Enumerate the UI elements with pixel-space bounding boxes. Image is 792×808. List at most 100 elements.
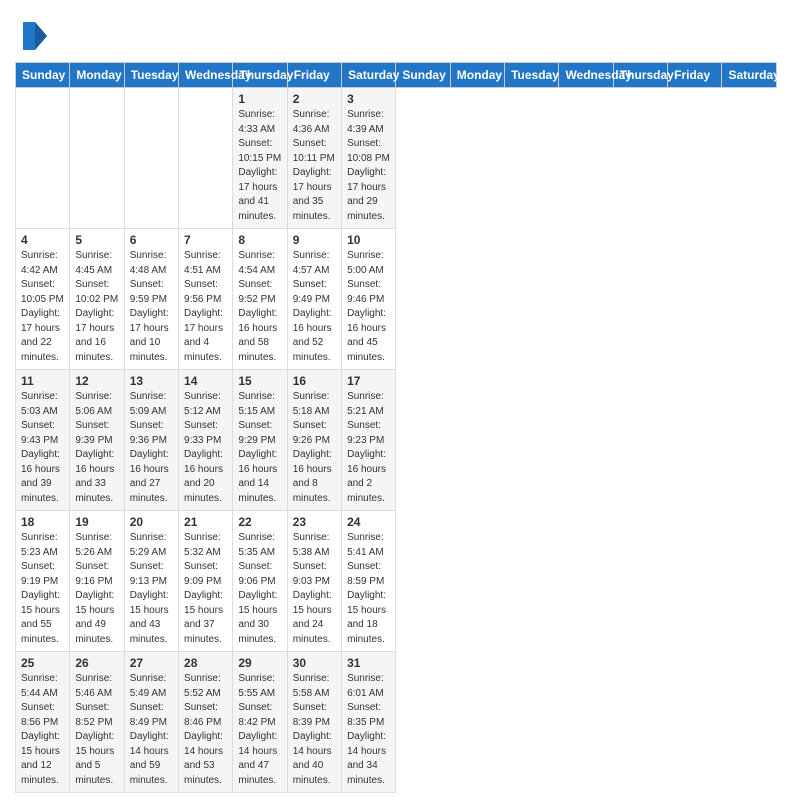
day-info: Sunrise: 5:44 AM Sunset: 8:56 PM Dayligh… [21, 672, 64, 788]
calendar-cell: 30 Sunrise: 5:58 AM Sunset: 8:39 PM Dayli… [287, 652, 341, 793]
day-number: 17 [347, 374, 390, 388]
calendar-cell: 12Sunrise: 5:06 AM Sunset: 9:39 PM Dayli… [70, 370, 124, 511]
calendar-cell: 9 Sunrise: 4:57 AM Sunset: 9:49 PM Daylig… [287, 229, 341, 370]
day-number: 7 [184, 233, 227, 247]
day-number: 30 [293, 656, 336, 670]
day-info: Sunrise: 5:32 AM Sunset: 9:09 PM Dayligh… [184, 531, 227, 647]
day-info: Sunrise: 5:15 AM Sunset: 9:29 PM Dayligh… [238, 390, 281, 506]
day-header-friday: Friday [287, 63, 341, 88]
calendar-week-row: 4 Sunrise: 4:42 AM Sunset: 10:05 PM Dayli… [16, 229, 777, 370]
calendar-cell: 6Sunrise: 4:48 AM Sunset: 9:59 PM Daylig… [124, 229, 178, 370]
day-number: 11 [21, 374, 64, 388]
day-info: Sunrise: 5:21 AM Sunset: 9:23 PM Dayligh… [347, 390, 390, 506]
day-info: Sunrise: 5:09 AM Sunset: 9:36 PM Dayligh… [130, 390, 173, 506]
day-number: 22 [238, 515, 281, 529]
day-info: Sunrise: 5:35 AM Sunset: 9:06 PM Dayligh… [238, 531, 281, 647]
day-number: 23 [293, 515, 336, 529]
calendar-cell: 29Sunrise: 5:55 AM Sunset: 8:42 PM Dayli… [233, 652, 287, 793]
day-info: Sunrise: 4:51 AM Sunset: 9:56 PM Dayligh… [184, 249, 227, 365]
day-number: 15 [238, 374, 281, 388]
calendar-cell: 11 Sunrise: 5:03 AM Sunset: 9:43 PM Dayli… [16, 370, 70, 511]
day-number: 24 [347, 515, 390, 529]
day-number: 28 [184, 656, 227, 670]
day-info: Sunrise: 5:38 AM Sunset: 9:03 PM Dayligh… [293, 531, 336, 647]
day-info: Sunrise: 4:42 AM Sunset: 10:05 PM Daylig… [21, 249, 64, 365]
calendar-cell: 8Sunrise: 4:54 AM Sunset: 9:52 PM Daylig… [233, 229, 287, 370]
day-header-saturday: Saturday [722, 63, 777, 88]
calendar-cell: 23 Sunrise: 5:38 AM Sunset: 9:03 PM Dayli… [287, 511, 341, 652]
day-header-tuesday: Tuesday [124, 63, 178, 88]
calendar-table: SundayMondayTuesdayWednesdayThursdayFrid… [15, 62, 777, 793]
calendar-cell: 24 Sunrise: 5:41 AM Sunset: 8:59 PM Dayli… [342, 511, 396, 652]
day-info: Sunrise: 6:01 AM Sunset: 8:35 PM Dayligh… [347, 672, 390, 788]
day-header-monday: Monday [70, 63, 124, 88]
day-info: Sunrise: 5:29 AM Sunset: 9:13 PM Dayligh… [130, 531, 173, 647]
day-info: Sunrise: 5:46 AM Sunset: 8:52 PM Dayligh… [75, 672, 118, 788]
day-number: 2 [293, 92, 336, 106]
day-info: Sunrise: 5:41 AM Sunset: 8:59 PM Dayligh… [347, 531, 390, 647]
calendar-cell: 1 Sunrise: 4:33 AM Sunset: 10:15 PM Dayli… [233, 88, 287, 229]
logo [15, 18, 55, 54]
day-number: 26 [75, 656, 118, 670]
calendar-header-row: SundayMondayTuesdayWednesdayThursdayFrid… [16, 63, 777, 88]
calendar-cell: 18 Sunrise: 5:23 AM Sunset: 9:19 PM Dayli… [16, 511, 70, 652]
day-info: Sunrise: 4:36 AM Sunset: 10:11 PM Daylig… [293, 108, 336, 224]
day-info: Sunrise: 5:06 AM Sunset: 9:39 PM Dayligh… [75, 390, 118, 506]
day-number: 18 [21, 515, 64, 529]
day-number: 9 [293, 233, 336, 247]
calendar-cell: 3 Sunrise: 4:39 AM Sunset: 10:08 PM Dayli… [342, 88, 396, 229]
calendar-cell: 27 Sunrise: 5:49 AM Sunset: 8:49 PM Dayli… [124, 652, 178, 793]
day-number: 1 [238, 92, 281, 106]
day-info: Sunrise: 5:52 AM Sunset: 8:46 PM Dayligh… [184, 672, 227, 788]
calendar-cell [179, 88, 233, 229]
logo-icon [15, 18, 51, 54]
day-number: 19 [75, 515, 118, 529]
day-header-sunday: Sunday [396, 63, 450, 88]
calendar-cell: 5 Sunrise: 4:45 AM Sunset: 10:02 PM Dayli… [70, 229, 124, 370]
calendar-cell: 20 Sunrise: 5:29 AM Sunset: 9:13 PM Dayli… [124, 511, 178, 652]
day-number: 21 [184, 515, 227, 529]
day-number: 27 [130, 656, 173, 670]
calendar-cell: 16 Sunrise: 5:18 AM Sunset: 9:26 PM Dayli… [287, 370, 341, 511]
day-info: Sunrise: 4:57 AM Sunset: 9:49 PM Dayligh… [293, 249, 336, 365]
calendar-cell: 25 Sunrise: 5:44 AM Sunset: 8:56 PM Dayli… [16, 652, 70, 793]
calendar-cell: 15 Sunrise: 5:15 AM Sunset: 9:29 PM Dayli… [233, 370, 287, 511]
day-info: Sunrise: 4:54 AM Sunset: 9:52 PM Dayligh… [238, 249, 281, 365]
calendar-cell: 21 Sunrise: 5:32 AM Sunset: 9:09 PM Dayli… [179, 511, 233, 652]
calendar-week-row: 1 Sunrise: 4:33 AM Sunset: 10:15 PM Dayli… [16, 88, 777, 229]
day-info: Sunrise: 5:18 AM Sunset: 9:26 PM Dayligh… [293, 390, 336, 506]
calendar-cell: 4 Sunrise: 4:42 AM Sunset: 10:05 PM Dayli… [16, 229, 70, 370]
day-info: Sunrise: 5:03 AM Sunset: 9:43 PM Dayligh… [21, 390, 64, 506]
day-header-wednesday: Wednesday [179, 63, 233, 88]
day-info: Sunrise: 4:33 AM Sunset: 10:15 PM Daylig… [238, 108, 281, 224]
day-info: Sunrise: 5:49 AM Sunset: 8:49 PM Dayligh… [130, 672, 173, 788]
calendar-cell [124, 88, 178, 229]
day-number: 3 [347, 92, 390, 106]
calendar-week-row: 25 Sunrise: 5:44 AM Sunset: 8:56 PM Dayli… [16, 652, 777, 793]
calendar-week-row: 18 Sunrise: 5:23 AM Sunset: 9:19 PM Dayli… [16, 511, 777, 652]
day-header-thursday: Thursday [233, 63, 287, 88]
day-info: Sunrise: 5:58 AM Sunset: 8:39 PM Dayligh… [293, 672, 336, 788]
day-number: 13 [130, 374, 173, 388]
day-info: Sunrise: 4:39 AM Sunset: 10:08 PM Daylig… [347, 108, 390, 224]
day-info: Sunrise: 4:45 AM Sunset: 10:02 PM Daylig… [75, 249, 118, 365]
day-info: Sunrise: 5:23 AM Sunset: 9:19 PM Dayligh… [21, 531, 64, 647]
day-header-wednesday: Wednesday [559, 63, 613, 88]
day-number: 4 [21, 233, 64, 247]
calendar-cell: 28 Sunrise: 5:52 AM Sunset: 8:46 PM Dayli… [179, 652, 233, 793]
page-header [15, 10, 777, 54]
calendar-week-row: 11 Sunrise: 5:03 AM Sunset: 9:43 PM Dayli… [16, 370, 777, 511]
calendar-cell: 2 Sunrise: 4:36 AM Sunset: 10:11 PM Dayli… [287, 88, 341, 229]
day-number: 20 [130, 515, 173, 529]
day-header-friday: Friday [668, 63, 722, 88]
day-header-monday: Monday [450, 63, 504, 88]
day-info: Sunrise: 5:26 AM Sunset: 9:16 PM Dayligh… [75, 531, 118, 647]
calendar-cell: 10Sunrise: 5:00 AM Sunset: 9:46 PM Dayli… [342, 229, 396, 370]
day-header-saturday: Saturday [342, 63, 396, 88]
day-number: 16 [293, 374, 336, 388]
day-number: 25 [21, 656, 64, 670]
day-number: 5 [75, 233, 118, 247]
day-header-thursday: Thursday [613, 63, 667, 88]
day-info: Sunrise: 4:48 AM Sunset: 9:59 PM Dayligh… [130, 249, 173, 365]
calendar-cell: 22 Sunrise: 5:35 AM Sunset: 9:06 PM Dayli… [233, 511, 287, 652]
